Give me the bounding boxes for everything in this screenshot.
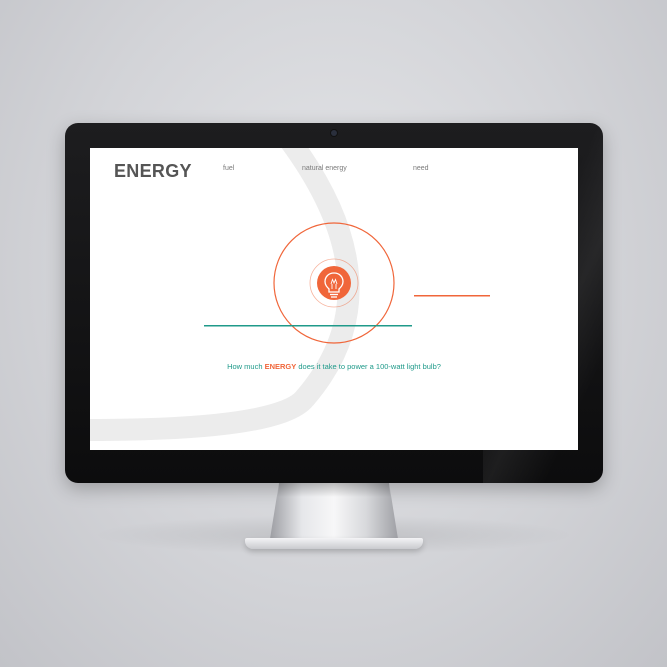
question-highlight: ENERGY xyxy=(264,362,297,371)
nav-link-natural-energy[interactable]: natural energy xyxy=(302,165,347,172)
question-text-after: does it take to power a 100-watt light b… xyxy=(296,362,441,371)
teal-divider-line xyxy=(204,325,412,327)
nav-link-fuel[interactable]: fuel xyxy=(223,165,234,172)
webcam-icon xyxy=(331,130,337,136)
website-screen: ENERGY fuel natural energy need How much… xyxy=(90,148,578,450)
brand-logo[interactable]: ENERGY xyxy=(114,161,192,182)
monitor-stand-base xyxy=(245,538,423,549)
question-text-before: How much xyxy=(227,362,265,371)
monitor-stand-shadow xyxy=(277,483,391,497)
monitor-bezel: ENERGY fuel natural energy need How much… xyxy=(65,123,603,483)
nav-link-need[interactable]: need xyxy=(413,165,429,172)
orange-divider-line xyxy=(414,295,490,297)
hero-question: How much ENERGY does it take to power a … xyxy=(90,362,578,371)
